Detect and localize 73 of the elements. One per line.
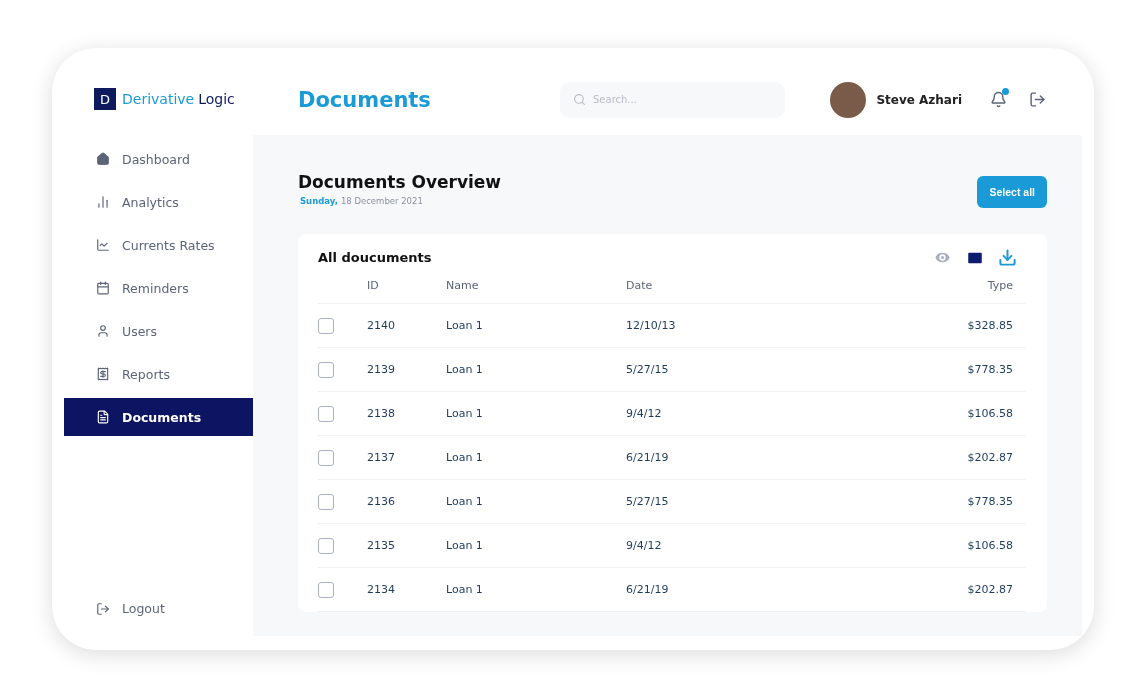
table-cell-text: Loan 1 <box>446 407 484 420</box>
avatar <box>830 81 867 118</box>
receipt-icon <box>96 367 110 381</box>
table-cell-text: 2137 <box>367 451 396 464</box>
table-cell-text: 2140 <box>367 319 396 332</box>
table-cell: $328.85 <box>967 319 1013 332</box>
weekday: Sunday, <box>300 196 338 206</box>
logout-icon <box>1029 91 1046 108</box>
column-header: Name <box>446 278 480 292</box>
brand-name: Derivative <box>122 91 195 107</box>
user-icon <box>96 324 110 338</box>
calendar-icon <box>96 281 110 295</box>
row-checkbox[interactable] <box>318 361 334 378</box>
sidebar-item[interactable]: Reports <box>64 355 253 393</box>
sidebar-item[interactable]: Reminders <box>64 269 253 307</box>
table-cell-text: 9/4/12 <box>626 539 663 552</box>
table-cell-text: Loan 1 <box>446 495 484 508</box>
table-cell: $778.35 <box>967 363 1013 376</box>
brand-name: Logic <box>198 91 235 107</box>
sidebar-item[interactable]: Analytics <box>64 183 253 221</box>
table-cell-text: 6/21/19 <box>626 451 670 464</box>
table-cell-text: Loan 1 <box>446 539 484 552</box>
bell-icon <box>990 91 1007 108</box>
user-name: Steve Azhari <box>876 92 962 107</box>
table-cell-text: 2139 <box>367 363 396 376</box>
table-cell-text: 2134 <box>367 583 396 596</box>
table-cell-text: 2136 <box>367 495 396 508</box>
table-cell-text: 9/4/12 <box>626 407 663 420</box>
table-cell-text: 2135 <box>367 539 396 552</box>
sidebar-item[interactable]: Documents <box>64 398 253 436</box>
sidebar-item[interactable]: Users <box>64 312 253 350</box>
select-all-button[interactable]: Select all <box>977 176 1047 208</box>
table-cell: $202.87 <box>967 583 1013 596</box>
search-field[interactable]: Search... <box>560 81 785 118</box>
table-cell-text: Loan 1 <box>446 583 484 596</box>
row-checkbox[interactable] <box>318 537 334 554</box>
table-cell: $106.58 <box>967 539 1013 552</box>
table-cell-text: 12/10/13 <box>626 319 677 332</box>
row-checkbox[interactable] <box>318 405 334 422</box>
table-cell: $778.35 <box>967 495 1013 508</box>
table-cell: $106.58 <box>967 407 1013 420</box>
column-header: Date <box>626 278 654 292</box>
logout-link[interactable]: Logout <box>64 601 253 616</box>
card-title: All doucuments <box>318 250 432 265</box>
sidebar-item[interactable]: Currents Rates <box>64 226 253 264</box>
sidebar-item[interactable]: Dashboard <box>64 140 253 178</box>
search-icon <box>573 92 586 106</box>
document-icon <box>96 410 110 424</box>
page-title: Documents <box>298 87 432 112</box>
table-cell-text: 5/27/15 <box>626 363 670 376</box>
column-header: ID <box>367 278 380 292</box>
section-title: Documents Overview <box>298 172 502 192</box>
row-checkbox[interactable] <box>318 493 334 510</box>
table-cell: $202.87 <box>967 451 1013 464</box>
home-icon <box>96 152 110 166</box>
row-checkbox[interactable] <box>318 449 334 466</box>
line-chart-icon <box>96 238 110 252</box>
table-cell-text: 2138 <box>367 407 396 420</box>
table-cell-text: 5/27/15 <box>626 495 670 508</box>
table-cell-text: 6/21/19 <box>626 583 670 596</box>
download-icon[interactable] <box>998 248 1017 267</box>
notification-button[interactable] <box>990 91 1007 108</box>
logout-button[interactable] <box>1029 91 1046 108</box>
bar-chart-icon <box>96 195 110 209</box>
row-checkbox[interactable] <box>318 581 334 598</box>
table-cell-text: Loan 1 <box>446 451 484 464</box>
table-cell-text: Loan 1 <box>446 319 484 332</box>
row-checkbox[interactable] <box>318 317 334 334</box>
table-cell-text: Loan 1 <box>446 363 484 376</box>
logo-mark: D <box>94 88 116 110</box>
date-text: 18 December 2021 <box>340 196 423 206</box>
logout-icon <box>96 601 110 616</box>
column-header: Type <box>987 278 1013 292</box>
